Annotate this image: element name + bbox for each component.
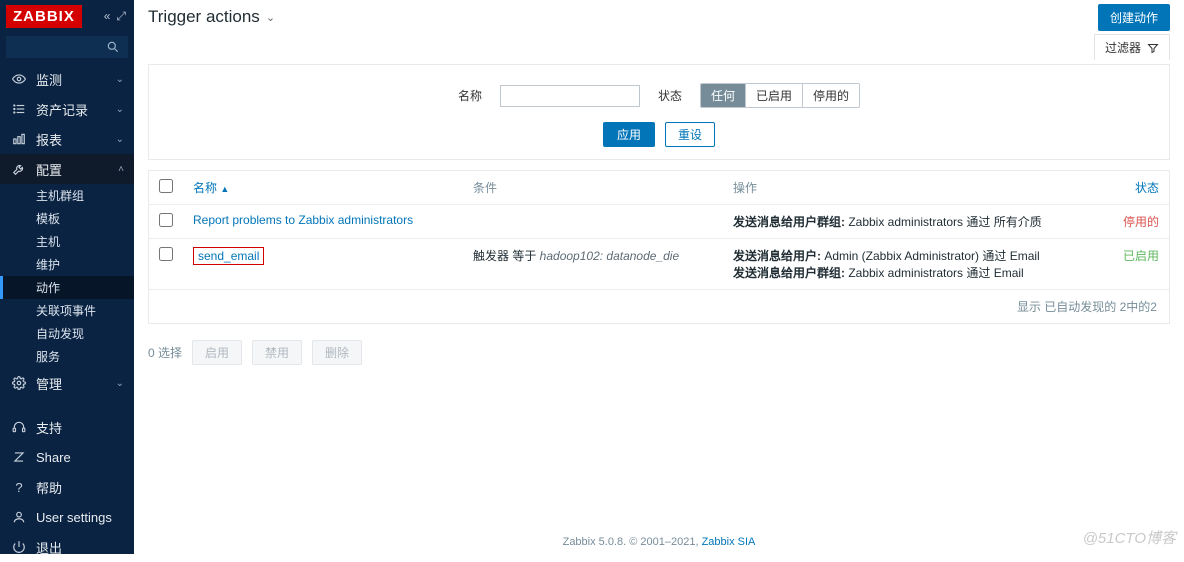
headset-icon (10, 420, 28, 434)
action-name-link[interactable]: send_email (198, 249, 259, 263)
conditions-cell: 触发器 等于 hadoop102: datanode_die (463, 239, 723, 290)
data-card: 名称 ▲ 条件 操作 状态 Report problems to Zabbix … (148, 170, 1170, 324)
filter-name-input[interactable] (500, 85, 640, 107)
chevron-up-icon: ˄ (118, 164, 124, 175)
nav-label: Share (36, 450, 71, 465)
reset-button[interactable]: 重设 (665, 122, 715, 147)
apply-button[interactable]: 应用 (603, 122, 655, 147)
col-operations: 操作 (723, 171, 1109, 205)
page-title-text: Trigger actions (148, 7, 260, 27)
filter-tab-label: 过滤器 (1105, 39, 1141, 56)
nav-label: 配置 (36, 160, 62, 179)
nav-label: 报表 (36, 130, 62, 149)
col-status[interactable]: 状态 (1135, 181, 1159, 195)
selected-count: 0 选择 (148, 344, 182, 361)
sort-asc-icon: ▲ (220, 184, 229, 194)
row-checkbox[interactable] (159, 247, 173, 261)
subnav-correlation[interactable]: 关联项事件 (0, 299, 134, 322)
z-icon (10, 450, 28, 464)
subnav-templates[interactable]: 模板 (0, 207, 134, 230)
power-icon (10, 540, 28, 554)
filter-name-label: 名称 (458, 87, 482, 104)
subnav-hosts[interactable]: 主机 (0, 230, 134, 253)
table-row: send_email 触发器 等于 hadoop102: datanode_die… (149, 239, 1169, 290)
main: Trigger actions ⌄ 创建动作 过滤器 名称 状态 任何 已启用 … (134, 0, 1184, 554)
chevron-down-icon: ⌄ (116, 74, 124, 85)
nav-share[interactable]: Share (0, 442, 134, 472)
chevron-down-icon: ⌄ (116, 378, 124, 389)
filter-tab[interactable]: 过滤器 (1094, 34, 1170, 60)
bulk-delete-button[interactable]: 删除 (312, 340, 362, 365)
expand-icon[interactable]: ⤢ (116, 9, 126, 24)
col-conditions: 条件 (463, 171, 723, 205)
user-icon (10, 510, 28, 524)
nav-user-settings[interactable]: User settings (0, 502, 134, 532)
col-name[interactable]: 名称 ▲ (193, 181, 229, 195)
filter-icon (1147, 42, 1159, 54)
collapse-icon[interactable]: « (104, 9, 111, 24)
chevron-down-icon: ⌄ (266, 11, 275, 24)
nav-inventory[interactable]: 资产记录 ⌄ (0, 94, 134, 124)
brand-logo[interactable]: ZABBIX (6, 5, 82, 28)
subnav-maintenance[interactable]: 维护 (0, 253, 134, 276)
status-disabled[interactable]: 停用的 (802, 84, 859, 107)
nav-label: 管理 (36, 374, 62, 393)
nav-label: 资产记录 (36, 100, 88, 119)
nav-config[interactable]: 配置 ˄ (0, 154, 134, 184)
eye-icon (10, 72, 28, 86)
filter-card: 名称 状态 任何 已启用 停用的 应用 重设 (148, 64, 1170, 160)
operations-cell: 发送消息给用户: Admin (Zabbix Administrator) 通过… (723, 239, 1109, 290)
nav-label: 帮助 (36, 478, 62, 497)
nav-support[interactable]: 支持 (0, 412, 134, 442)
logo-row: ZABBIX « ⤢ (0, 0, 134, 32)
actions-table: 名称 ▲ 条件 操作 状态 Report problems to Zabbix … (149, 171, 1169, 290)
nav-logout[interactable]: 退出 (0, 532, 134, 562)
nav-admin[interactable]: 管理 ⌄ (0, 368, 134, 398)
subnav-actions[interactable]: 动作 (0, 276, 134, 299)
status-segmented: 任何 已启用 停用的 (700, 83, 860, 108)
nav-label: 支持 (36, 418, 62, 437)
page-title[interactable]: Trigger actions ⌄ (148, 7, 275, 27)
status-toggle[interactable]: 停用的 (1123, 215, 1159, 229)
select-all-checkbox[interactable] (159, 179, 173, 193)
footer-link[interactable]: Zabbix SIA (702, 536, 756, 548)
table-footer: 显示 已自动发现的 2中的2 (149, 290, 1169, 323)
filter-status-label: 状态 (658, 87, 682, 104)
nav-label: 监测 (36, 70, 62, 89)
chevron-down-icon: ⌄ (116, 104, 124, 115)
status-any[interactable]: 任何 (701, 84, 745, 107)
sidebar: ZABBIX « ⤢ 监测 ⌄ 资产记录 ⌄ 报表 ⌄ 配置 ˄ 主机群组 模板… (0, 0, 134, 554)
bulk-disable-button[interactable]: 禁用 (252, 340, 302, 365)
list-icon (10, 102, 28, 116)
topbar: Trigger actions ⌄ 创建动作 (134, 0, 1184, 34)
filter-tab-row: 过滤器 (134, 34, 1184, 64)
nav-monitor[interactable]: 监测 ⌄ (0, 64, 134, 94)
operations-cell: 发送消息给用户群组: Zabbix administrators 通过 所有介质 (723, 205, 1109, 239)
search-icon (106, 40, 120, 54)
action-name-link[interactable]: Report problems to Zabbix administrators (193, 213, 413, 227)
row-checkbox[interactable] (159, 213, 173, 227)
nav-help[interactable]: ? 帮助 (0, 472, 134, 502)
bar-chart-icon (10, 132, 28, 146)
watermark: @51CTO博客 (1083, 527, 1176, 548)
create-action-button[interactable]: 创建动作 (1098, 4, 1170, 31)
table-row: Report problems to Zabbix administrators… (149, 205, 1169, 239)
status-toggle[interactable]: 已启用 (1123, 249, 1159, 263)
status-enabled[interactable]: 已启用 (745, 84, 802, 107)
conditions-cell (463, 205, 723, 239)
question-icon: ? (10, 480, 28, 495)
wrench-icon (10, 162, 28, 176)
gear-icon (10, 376, 28, 390)
subnav-services[interactable]: 服务 (0, 345, 134, 368)
bulk-enable-button[interactable]: 启用 (192, 340, 242, 365)
subnav-hostgroups[interactable]: 主机群组 (0, 184, 134, 207)
page-footer: Zabbix 5.0.8. © 2001–2021, Zabbix SIA (134, 536, 1184, 548)
search-input[interactable] (6, 36, 128, 58)
subnav-discovery[interactable]: 自动发现 (0, 322, 134, 345)
nav-label: User settings (36, 510, 112, 525)
nav-reports[interactable]: 报表 ⌄ (0, 124, 134, 154)
chevron-down-icon: ⌄ (116, 134, 124, 145)
bulk-actions: 0 选择 启用 禁用 删除 (134, 334, 1184, 371)
